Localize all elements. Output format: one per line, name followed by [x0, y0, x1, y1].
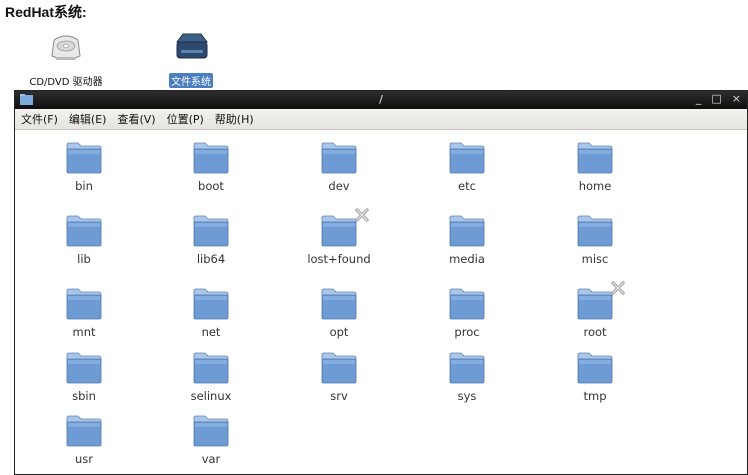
window-title: / [379, 93, 383, 106]
menu-edit[interactable]: 编辑(E) [69, 111, 107, 127]
folder-name: usr [74, 452, 93, 466]
folder-name: misc [581, 252, 609, 266]
folder-item[interactable]: srv [284, 352, 394, 403]
folder-name: lib64 [196, 252, 226, 266]
page-heading: RedHat系统: [5, 4, 87, 20]
folder-icon [66, 142, 102, 174]
folder-item[interactable]: var [156, 415, 266, 466]
folder-item[interactable]: sys [412, 352, 522, 403]
folder-icon [577, 288, 613, 320]
folder-name: etc [458, 179, 476, 193]
folder-icon [449, 352, 485, 384]
folder-icon [193, 142, 229, 174]
folder-item[interactable]: media [412, 215, 522, 266]
folder-item[interactable]: home [540, 142, 650, 193]
file-manager-window: / _ □ × 文件(F) 编辑(E) 查看(V) 位置(P) 帮助(H) bi… [14, 90, 748, 475]
folder-item[interactable]: etc [412, 142, 522, 193]
folder-icon [193, 415, 229, 447]
folder-name: sbin [72, 389, 96, 403]
folder-name: boot [198, 179, 224, 193]
folder-icon [66, 215, 102, 247]
folder-name: var [201, 452, 221, 466]
folder-name: lost+found [307, 252, 371, 266]
folder-item[interactable]: bin [29, 142, 139, 193]
folder-icon [577, 142, 613, 174]
cd-dvd-drive-icon [51, 35, 81, 60]
menu-view[interactable]: 查看(V) [117, 111, 155, 127]
folder-item[interactable]: root [540, 281, 650, 339]
folder-icon [449, 215, 485, 247]
folder-item[interactable]: sbin [29, 352, 139, 403]
folder-name: lib [77, 252, 91, 266]
folder-name: home [578, 179, 612, 193]
folder-item[interactable]: proc [412, 288, 522, 339]
folder-name: dev [328, 179, 350, 193]
folder-icon [193, 352, 229, 384]
folder-item[interactable]: dev [284, 142, 394, 193]
menu-file[interactable]: 文件(F) [21, 111, 58, 127]
folder-icon [449, 142, 485, 174]
folder-item[interactable]: lost+found [284, 208, 394, 266]
menu-bar: 文件(F) 编辑(E) 查看(V) 位置(P) 帮助(H) [15, 109, 747, 130]
menu-places[interactable]: 位置(P) [167, 111, 204, 127]
folder-icon [193, 215, 229, 247]
folder-item[interactable]: misc [540, 215, 650, 266]
folder-item[interactable]: opt [284, 288, 394, 339]
desktop-item-label: 文件系统 [169, 73, 213, 88]
folder-name: media [449, 252, 485, 266]
locked-emblem-icon [354, 207, 370, 223]
window-titlebar[interactable]: / _ □ × [15, 91, 747, 109]
folder-item[interactable]: boot [156, 142, 266, 193]
folder-name: root [583, 325, 607, 339]
filesystem-drive-icon [176, 33, 208, 59]
folder-icon [577, 215, 613, 247]
menu-help[interactable]: 帮助(H) [215, 111, 254, 127]
folder-name: tmp [583, 389, 607, 403]
desktop-item-filesystem[interactable]: 文件系统 [143, 30, 239, 89]
folder-icon [321, 142, 357, 174]
desktop-item-label: CD/DVD 驱动器 [29, 77, 103, 88]
folder-icon [577, 352, 613, 384]
folder-item[interactable]: lib [29, 215, 139, 266]
folder-item[interactable]: lib64 [156, 215, 266, 266]
folder-icon [449, 288, 485, 320]
folder-item[interactable]: net [156, 288, 266, 339]
folder-icon [321, 288, 357, 320]
close-button[interactable]: × [732, 92, 741, 105]
folder-name: proc [454, 325, 480, 339]
folder-icon [193, 288, 229, 320]
folder-icon [66, 415, 102, 447]
folder-icon [321, 215, 357, 247]
folder-item[interactable]: mnt [29, 288, 139, 339]
folder-icon [321, 352, 357, 384]
desktop-item-cd-dvd[interactable]: CD/DVD 驱动器 [18, 30, 114, 89]
folder-name: net [201, 325, 221, 339]
folder-name: opt [329, 325, 349, 339]
folder-icon [66, 352, 102, 384]
folder-name: selinux [190, 389, 232, 403]
folder-name: mnt [72, 325, 96, 339]
folder-item[interactable]: selinux [156, 352, 266, 403]
maximize-button[interactable]: □ [711, 92, 721, 105]
minimize-button[interactable]: _ [696, 92, 702, 105]
folder-item[interactable]: tmp [540, 352, 650, 403]
folder-item[interactable]: usr [29, 415, 139, 466]
folder-name: bin [75, 179, 93, 193]
folder-name: sys [457, 389, 477, 403]
folder-name: srv [330, 389, 348, 403]
folder-icon [66, 288, 102, 320]
locked-emblem-icon [610, 280, 626, 296]
